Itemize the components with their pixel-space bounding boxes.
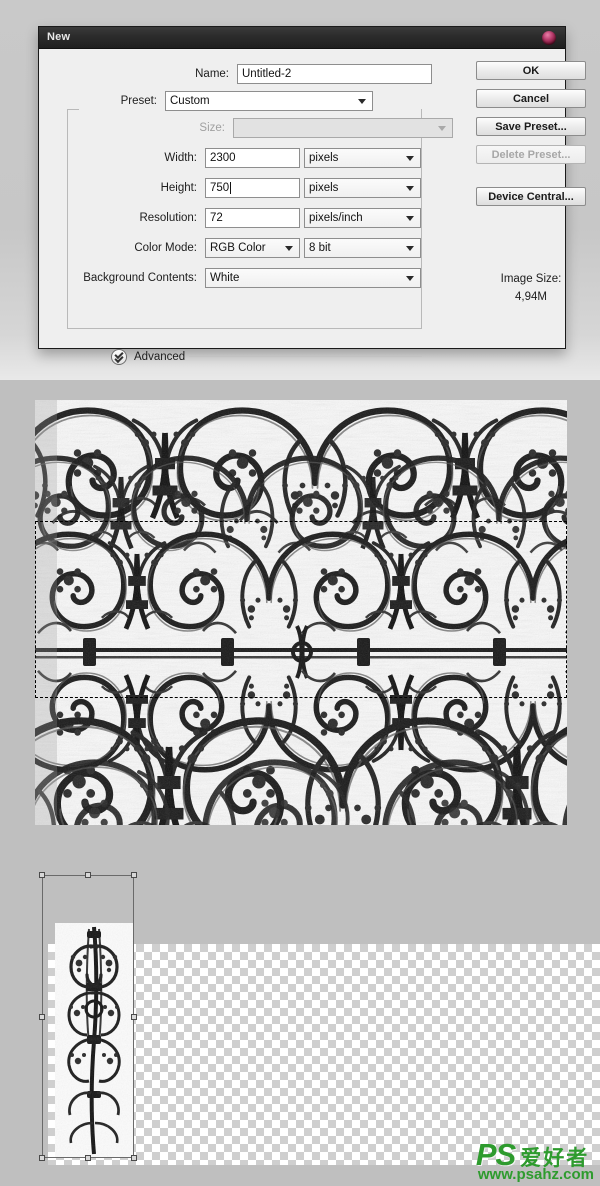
size-label: Size:: [199, 122, 225, 134]
chevron-down-icon: [406, 276, 414, 281]
chevron-down-icon: [438, 126, 446, 131]
advanced-divider: [189, 356, 422, 357]
name-input[interactable]: Untitled-2: [237, 64, 432, 84]
height-label: Height:: [160, 182, 197, 194]
name-row: Name: Untitled-2: [39, 63, 439, 85]
resolution-row: Resolution: 72 pixels/inch: [39, 207, 459, 229]
width-input-value: 2300: [210, 152, 236, 164]
pasted-ornament-image: [55, 923, 133, 1158]
color-mode-select[interactable]: RGB Color: [205, 238, 300, 258]
dialog-titlebar: New: [39, 27, 565, 49]
resolution-input-value: 72: [210, 212, 223, 224]
dialog-body: Name: Untitled-2 Preset: Custom Size: Wi…: [39, 49, 586, 365]
background-contents-select[interactable]: White: [205, 268, 421, 288]
color-mode-label: Color Mode:: [134, 242, 197, 254]
name-input-value: Untitled-2: [242, 68, 292, 80]
preset-select[interactable]: Custom: [165, 91, 373, 111]
image-size-value: 4,94M: [515, 291, 547, 303]
device-central-button[interactable]: Device Central...: [476, 187, 586, 206]
color-mode-value: RGB Color: [210, 242, 266, 254]
background-contents-row: Background Contents: White: [39, 267, 459, 289]
image-size-label: Image Size:: [500, 273, 562, 285]
width-row: Width: 2300 pixels: [39, 147, 459, 169]
advanced-label: Advanced: [134, 351, 186, 363]
size-row: Size:: [39, 117, 459, 139]
save-preset-button[interactable]: Save Preset...: [476, 117, 586, 136]
delete-preset-button: Delete Preset...: [476, 145, 586, 164]
chevron-down-icon: [406, 156, 414, 161]
close-icon[interactable]: [542, 31, 556, 45]
cancel-button[interactable]: Cancel: [476, 89, 586, 108]
new-document-dialog: New Name: Untitled-2 Preset: Custom Size…: [38, 26, 586, 365]
size-select: [233, 118, 453, 138]
chevron-down-icon: [358, 99, 366, 104]
preset-select-value: Custom: [170, 95, 210, 107]
height-input[interactable]: 750: [205, 178, 300, 198]
chevron-down-icon: [406, 246, 414, 251]
preset-label: Preset:: [120, 95, 157, 107]
width-label: Width:: [164, 152, 197, 164]
chevron-down-icon: [406, 216, 414, 221]
resolution-unit-select[interactable]: pixels/inch: [304, 208, 421, 228]
width-input[interactable]: 2300: [205, 148, 300, 168]
chevron-down-icon: [406, 186, 414, 191]
color-depth-value: 8 bit: [309, 242, 331, 254]
width-unit-select[interactable]: pixels: [304, 148, 421, 168]
resolution-input[interactable]: 72: [205, 208, 300, 228]
height-unit-select[interactable]: pixels: [304, 178, 421, 198]
height-unit-value: pixels: [309, 182, 339, 194]
background-contents-label: Background Contents:: [83, 272, 197, 284]
ok-button[interactable]: OK: [476, 61, 586, 80]
width-unit-value: pixels: [309, 152, 339, 164]
dialog-title: New: [47, 31, 71, 43]
chevron-double-down-icon: [111, 349, 127, 365]
advanced-disclosure[interactable]: Advanced: [111, 349, 185, 365]
ornament-texture-canvas[interactable]: [35, 400, 567, 825]
preset-row: Preset: Custom: [39, 90, 439, 112]
resolution-label: Resolution:: [139, 212, 197, 224]
name-label: Name:: [195, 68, 229, 80]
height-row: Height: 750 pixels: [39, 177, 459, 199]
chevron-down-icon: [285, 246, 293, 251]
pasted-ornament-layer[interactable]: [55, 923, 133, 1158]
background-contents-value: White: [210, 272, 240, 284]
text-caret: [230, 182, 232, 194]
resolution-unit-value: pixels/inch: [309, 212, 363, 224]
color-mode-row: Color Mode: RGB Color 8 bit: [39, 237, 459, 259]
ornament-texture-image: [35, 400, 567, 825]
color-depth-select[interactable]: 8 bit: [304, 238, 421, 258]
height-input-value: 750: [210, 182, 230, 194]
